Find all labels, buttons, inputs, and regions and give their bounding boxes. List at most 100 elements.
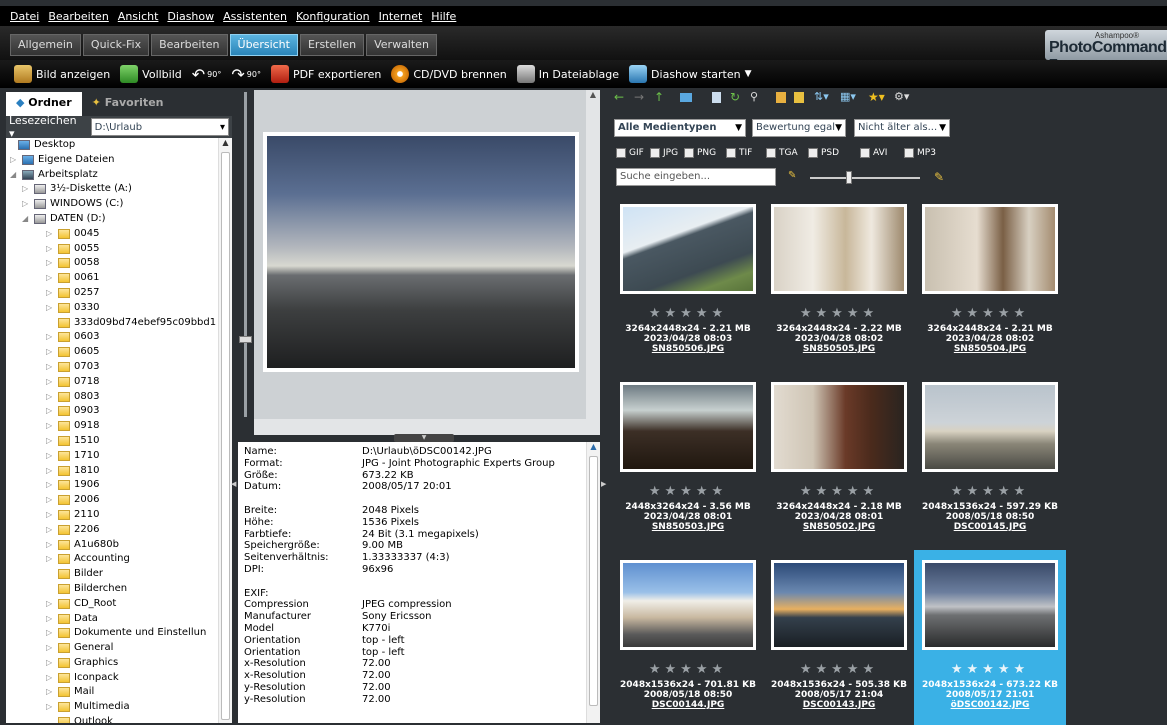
image-filename[interactable]: SN850504.JPG [914, 344, 1066, 354]
expand-arrow-icon[interactable]: ▷ [46, 419, 52, 434]
expand-arrow-icon[interactable]: ▷ [46, 700, 52, 715]
tree-node[interactable]: ▷ 1710 [6, 449, 218, 464]
rating-stars[interactable]: ★★★★★ [914, 484, 1066, 499]
up-icon[interactable]: ↑ [654, 90, 664, 104]
tree-node[interactable]: ▷ Eigene Dateien [6, 153, 218, 168]
document-icon[interactable] [712, 92, 721, 103]
expand-arrow-icon[interactable]: ▷ [46, 493, 52, 508]
expand-arrow-icon[interactable]: ▷ [46, 685, 52, 700]
tree-node[interactable]: Desktop [6, 138, 218, 153]
checkbox-box[interactable] [808, 148, 818, 158]
expand-arrow-icon[interactable]: ▷ [46, 227, 52, 242]
expand-arrow-icon[interactable]: ▷ [46, 449, 52, 464]
menu-item-datei[interactable]: Datei [10, 10, 39, 23]
expand-arrow-icon[interactable]: ▷ [46, 345, 52, 360]
tab-favorites[interactable]: ✦ Favoriten [82, 92, 174, 116]
show-image-button[interactable]: Bild anzeigen [14, 65, 110, 83]
thumbnail-image[interactable] [771, 382, 907, 472]
thumbnail-card[interactable]: ★★★★★ 2048x1536x24 - 597.29 KB 2008/05/18 … [914, 372, 1066, 547]
menu-item-konfiguration[interactable]: Konfiguration [296, 10, 370, 23]
tree-node[interactable]: ▷ 0045 [6, 227, 218, 242]
thumbnail-image[interactable] [620, 204, 756, 294]
thumbnail-image[interactable] [620, 382, 756, 472]
tree-node[interactable]: ▷ 1906 [6, 478, 218, 493]
tree-node[interactable]: ▷ Dokumente und Einstellun [6, 626, 218, 641]
sort-icon[interactable]: ⇅▾ [814, 90, 829, 103]
tree-node[interactable]: ▷ General [6, 641, 218, 656]
bookmarks-dropdown[interactable]: Lesezeichen ▾ [9, 114, 85, 140]
tools-icon[interactable]: ⚙▾ [894, 90, 909, 103]
image-filename[interactable]: öDSC00142.JPG [914, 700, 1066, 710]
tree-node[interactable]: ▷ 0703 [6, 360, 218, 375]
media-type-select[interactable]: Alle Medientypen [614, 119, 746, 137]
thumbnail-card[interactable]: ★★★★★ 3264x2448x24 - 2.22 MB 2023/04/28 08… [763, 194, 915, 369]
tree-node[interactable]: ▷ Graphics [6, 656, 218, 671]
path-input[interactable]: D:\Urlaub [90, 118, 229, 137]
expand-arrow-icon[interactable]: ▷ [46, 478, 52, 493]
tree-node[interactable]: ▷ 0803 [6, 390, 218, 405]
tree-node[interactable]: ▷ 0061 [6, 271, 218, 286]
checkbox-box[interactable] [684, 148, 694, 158]
expand-arrow-icon[interactable]: ▷ [46, 464, 52, 479]
rating-stars[interactable]: ★★★★★ [612, 484, 764, 499]
slideshow-button[interactable]: Diashow starten ▼ [629, 65, 752, 83]
expand-arrow-icon[interactable]: ▷ [46, 612, 52, 627]
thumbnail-image[interactable] [771, 560, 907, 650]
view-icon[interactable] [680, 93, 692, 102]
expand-arrow-icon[interactable]: ▷ [46, 641, 52, 656]
thumbnail-card[interactable]: ★★★★★ 2048x1536x24 - 505.38 KB 2008/05/17 … [763, 550, 915, 725]
tree-node[interactable]: ▷ 0605 [6, 345, 218, 360]
tree-node[interactable]: ▷ Iconpack [6, 671, 218, 686]
tab-bearbeiten[interactable]: Bearbeiten [151, 34, 228, 56]
tree-node[interactable]: ▷ 1510 [6, 434, 218, 449]
expand-arrow-icon[interactable]: ▷ [46, 242, 52, 257]
thumb-size-knob[interactable] [846, 171, 852, 184]
menu-item-assistenten[interactable]: Assistenten [223, 10, 287, 23]
scroll-up-arrow-icon[interactable]: ▲ [587, 442, 600, 454]
filetype-checkbox-gif[interactable]: GIF [616, 148, 644, 158]
menu-item-internet[interactable]: Internet [379, 10, 423, 23]
splitter-handle[interactable]: ▼ [394, 434, 454, 442]
tab-verwalten[interactable]: Verwalten [366, 34, 437, 56]
thumbnail-card[interactable]: ★★★★★ 2048x1536x24 - 673.22 KB 2008/05/17 … [914, 550, 1066, 725]
tree-node[interactable]: ▷ 0903 [6, 404, 218, 419]
tree-node[interactable]: ▷ 0918 [6, 419, 218, 434]
pdf-export-button[interactable]: PDF exportieren [270, 65, 381, 83]
tree-node[interactable]: ▷ 0718 [6, 375, 218, 390]
expand-arrow-icon[interactable]: ▷ [46, 508, 52, 523]
rating-stars[interactable]: ★★★★★ [914, 306, 1066, 321]
tree-node[interactable]: ▷ Mail [6, 685, 218, 700]
tree-node[interactable]: ◢ DATEN (D:) [6, 212, 218, 227]
folder-tree-scrollbar[interactable]: ▲ [218, 138, 232, 723]
tree-node[interactable]: ▷ 2110 [6, 508, 218, 523]
checkbox-box[interactable] [726, 148, 736, 158]
expand-arrow-icon[interactable]: ▷ [46, 256, 52, 271]
expand-arrow-icon[interactable]: ▷ [46, 330, 52, 345]
rating-stars[interactable]: ★★★★★ [612, 306, 764, 321]
expand-arrow-icon[interactable]: ▷ [22, 197, 28, 212]
burn-cd-button[interactable]: CD/DVD brennen [391, 65, 507, 83]
tree-node[interactable]: ▷ 0603 [6, 330, 218, 345]
menu-item-ansicht[interactable]: Ansicht [118, 10, 159, 23]
image-filename[interactable]: DSC00143.JPG [763, 700, 915, 710]
image-filename[interactable]: SN850505.JPG [763, 344, 915, 354]
tab-quick-fix[interactable]: Quick-Fix [82, 34, 150, 56]
thumbnail-image[interactable] [771, 204, 907, 294]
thumbnail-image[interactable] [922, 560, 1058, 650]
expand-arrow-icon[interactable]: ▷ [46, 301, 52, 316]
expand-arrow-icon[interactable]: ◢ [22, 212, 28, 227]
expand-arrow-icon[interactable]: ▷ [46, 390, 52, 405]
thumbnail-image[interactable] [620, 560, 756, 650]
rating-stars[interactable]: ★★★★★ [763, 662, 915, 677]
rating-stars[interactable]: ★★★★★ [914, 662, 1066, 677]
preview-scrollbar-v[interactable]: ▲ [586, 90, 600, 419]
image-filename[interactable]: SN850502.JPG [763, 522, 915, 532]
expand-arrow-icon[interactable]: ▷ [46, 286, 52, 301]
zoom-in-icon[interactable]: ✎ [934, 170, 944, 184]
tab-erstellen[interactable]: Erstellen [299, 34, 365, 56]
expand-arrow-icon[interactable]: ◢ [10, 168, 16, 183]
tree-node[interactable]: Outlook [6, 715, 218, 723]
tab-allgemein[interactable]: Allgemein [10, 34, 81, 56]
tree-node[interactable]: ◢ Arbeitsplatz [6, 168, 218, 183]
rating-select[interactable]: Bewertung egal [752, 119, 846, 137]
